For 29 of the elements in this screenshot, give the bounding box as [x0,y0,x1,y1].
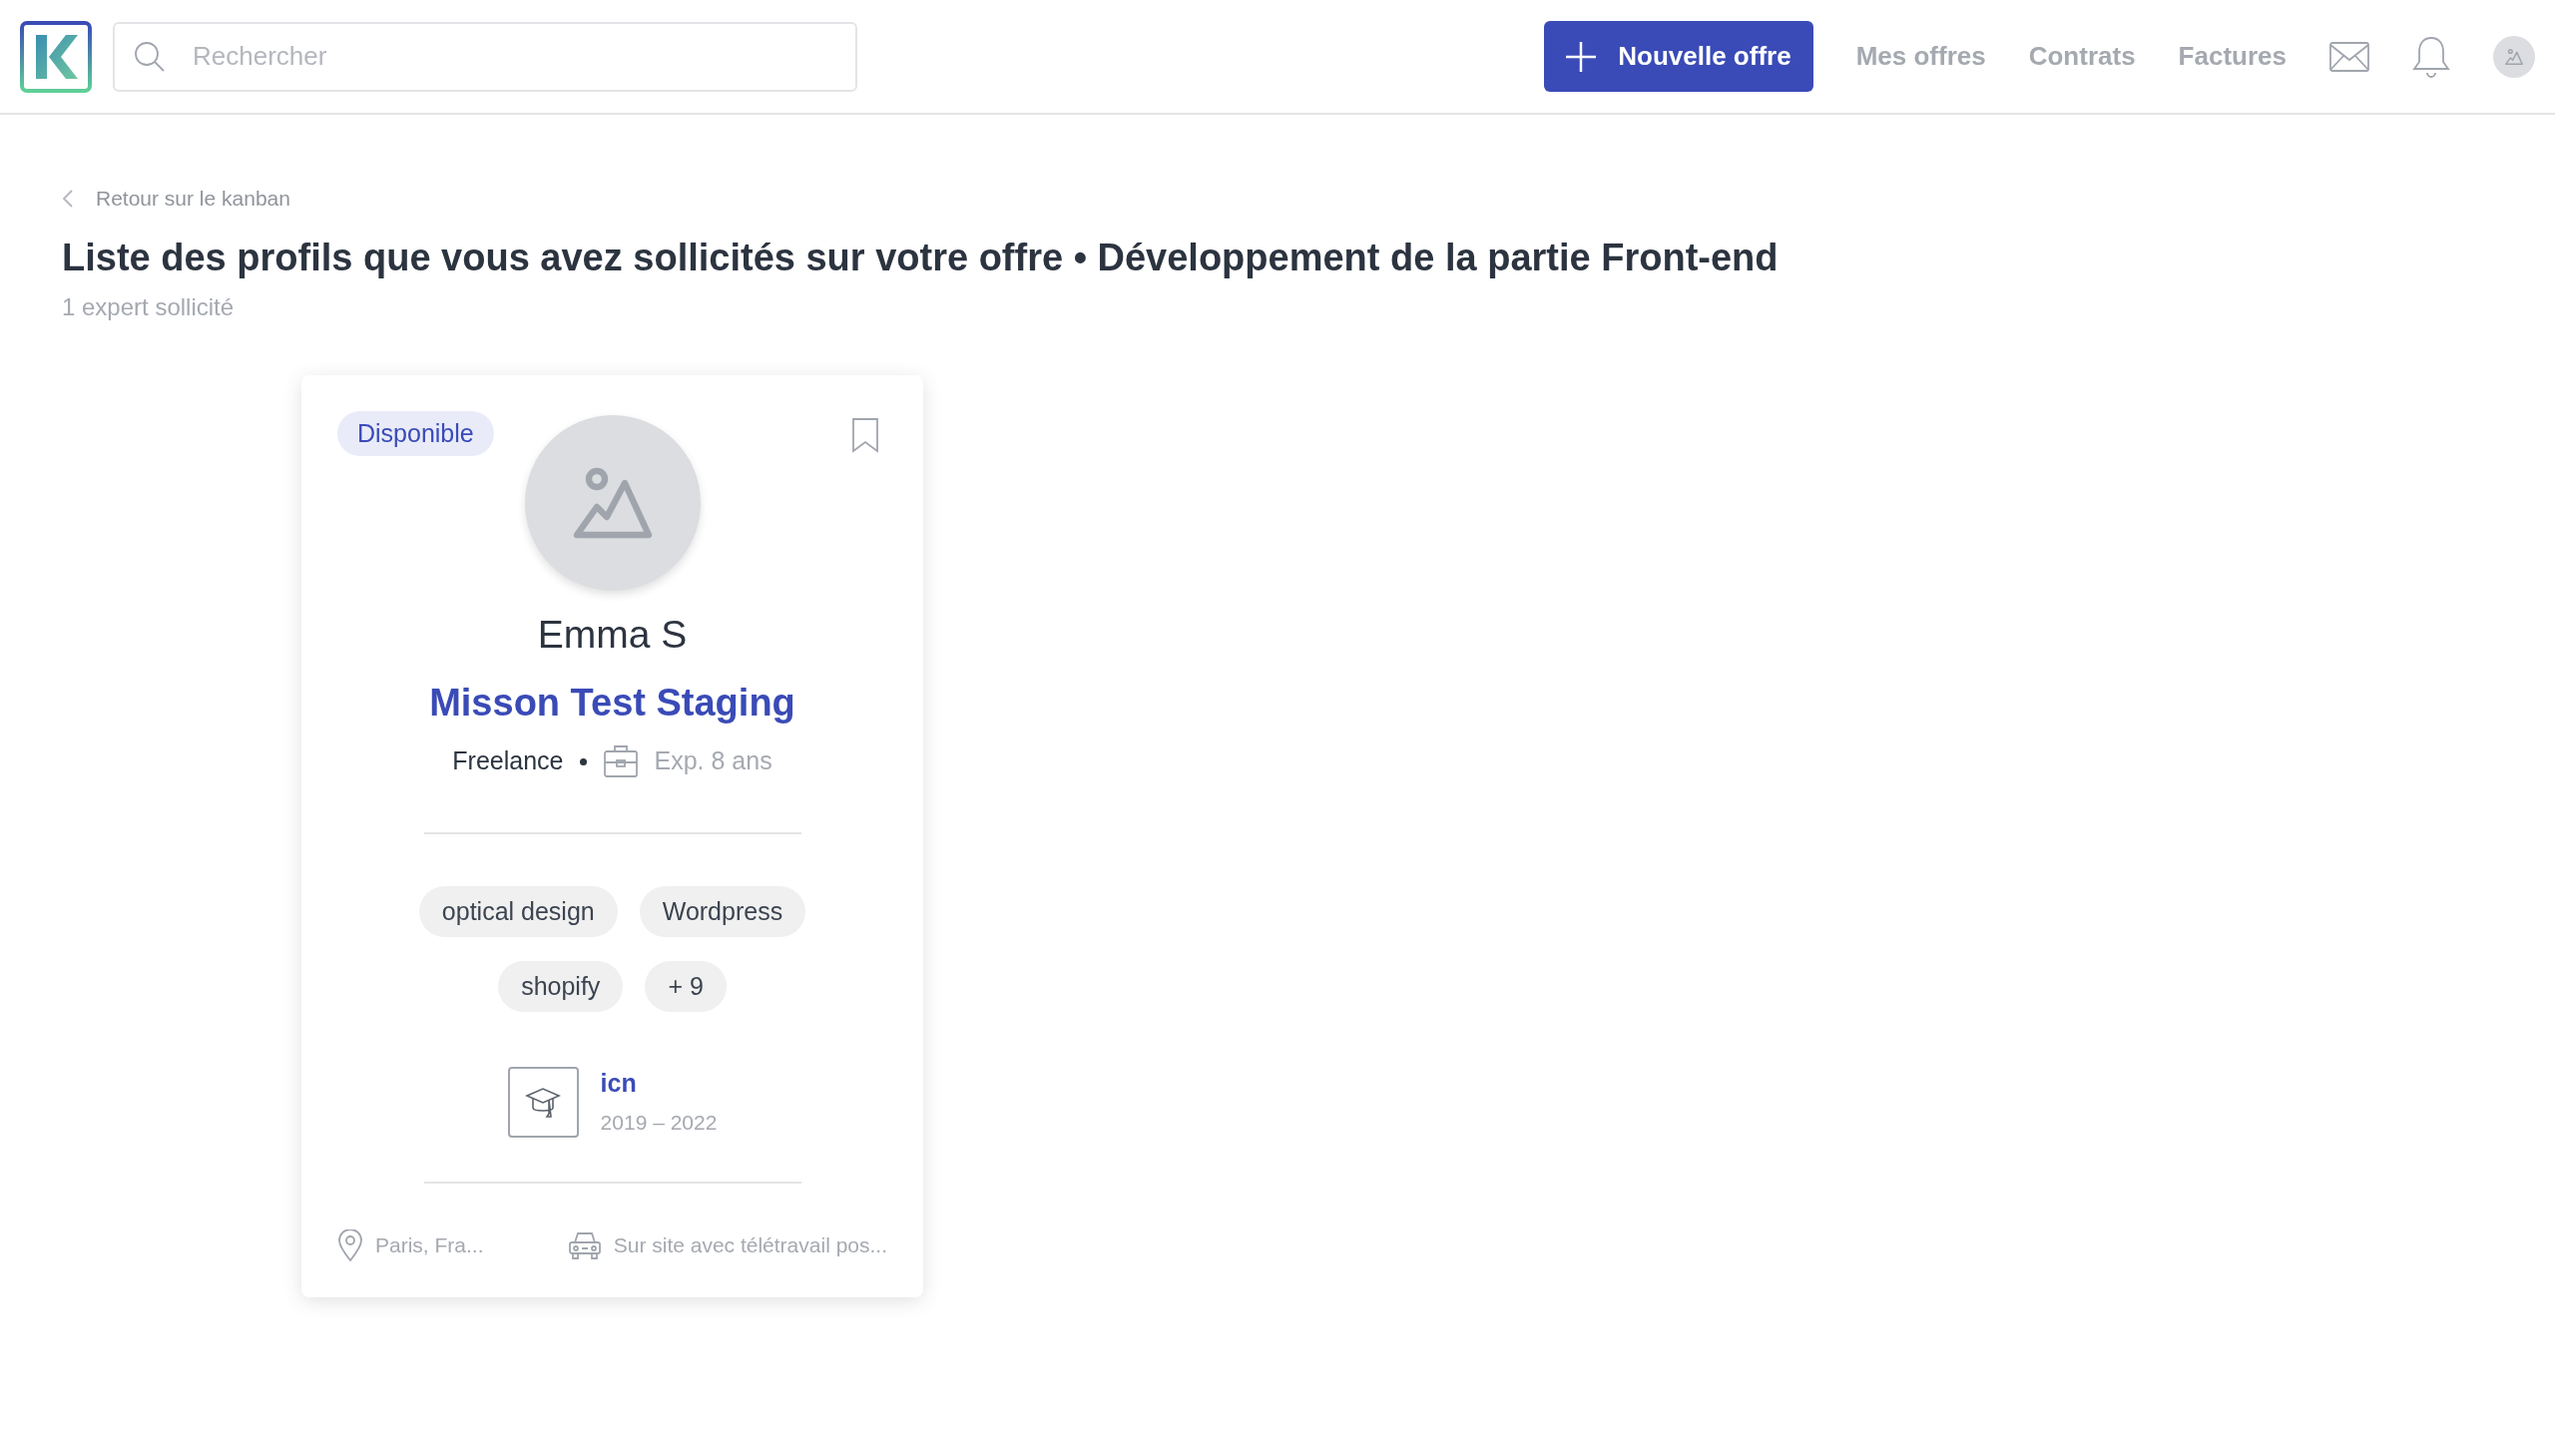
plus-icon [1566,41,1597,72]
contract-type: Freelance [452,745,564,777]
search-icon [133,39,167,74]
user-avatar[interactable] [2493,35,2535,78]
bell-icon[interactable] [2412,34,2450,79]
work-mode: Sur site avec télétravail pos... [613,1232,887,1258]
school-years: 2019 – 2022 [600,1112,718,1134]
experience: Exp. 8 ans [654,745,772,777]
skill-tag: + 9 [645,960,727,1012]
profile-name: Emma S [537,612,688,658]
school-name[interactable]: icn [600,1071,718,1097]
search-field[interactable]: Rechercher [113,21,857,92]
mail-icon[interactable] [2329,41,2369,72]
page-title: Liste des profils que vous avez sollicités sur votre offre • Développement de la partie Front-end [62,235,1780,280]
chevron-left-icon [62,188,74,209]
skill-tag: Wordpress [639,885,806,937]
profile-card[interactable]: Disponible Emma S Misson Test Staging Freelance Exp. 8 ans optical design Wordpress shopify + 9 icn 2019 – 2022 Paris, Fra... Sur site avec télétravail pos... [301,375,923,1297]
bookmark-icon[interactable] [851,417,879,453]
car-icon [567,1229,602,1260]
status-badge: Disponible [337,411,494,456]
briefcase-icon [602,744,639,778]
new-offer-button[interactable]: Nouvelle offre [1544,21,1813,92]
page-subtitle: 1 expert sollicité [62,292,236,322]
skill-tag: optical design [418,885,618,937]
logo[interactable] [20,20,92,93]
location-pin-icon [337,1228,363,1261]
skill-tag: shopify [498,960,624,1012]
profile-headline[interactable]: Misson Test Staging [429,679,795,728]
location: Paris, Fra... [375,1232,484,1258]
